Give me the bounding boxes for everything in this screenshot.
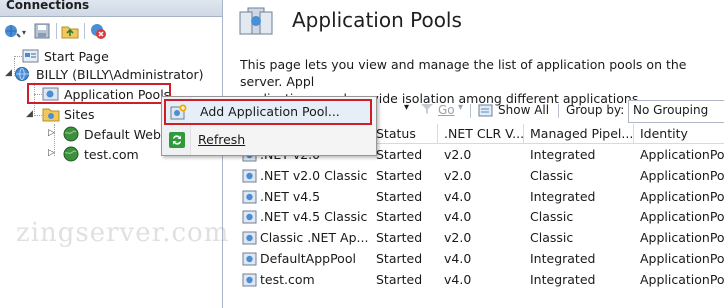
table-cell-name: .NET v4.5 xyxy=(260,188,321,204)
connections-toolbar: ▾ xyxy=(0,18,222,44)
app-pool-icon xyxy=(242,189,258,209)
filter-dropdown-icon[interactable]: ▾ xyxy=(404,102,409,113)
table-cell-pipeline: Integrated xyxy=(530,188,596,204)
column-header-identity[interactable]: Identity xyxy=(634,124,724,144)
show-all-icon xyxy=(478,102,494,121)
table-row[interactable]: DefaultAppPool Started v4.0 Integrated Appli… xyxy=(238,249,724,269)
sites-folder-icon xyxy=(42,108,60,122)
save-icon[interactable] xyxy=(32,21,52,41)
table-cell-pipeline: Integrated xyxy=(530,147,596,162)
table-cell-pipeline: Integrated xyxy=(530,271,596,287)
table-cell-clr: v4.0 xyxy=(444,209,472,225)
server-icon xyxy=(15,67,29,81)
watermark: zingserver.com xyxy=(16,218,230,248)
table-cell-clr: v2.0 xyxy=(444,147,472,162)
go-dropdown-icon[interactable]: ▾ xyxy=(458,102,463,113)
table-row[interactable]: test.com Started v4.0 Integrated Application… xyxy=(238,270,724,290)
connections-title: Connections xyxy=(6,0,90,12)
table-cell-identity: ApplicationPo xyxy=(640,167,724,183)
context-menu: Add Application Pool... Refresh xyxy=(161,96,377,156)
table-cell-status: Started xyxy=(376,271,423,287)
tree-item-label: Sites xyxy=(64,106,95,122)
menu-item-label: Add Application Pool... xyxy=(200,104,340,119)
table-cell-name: DefaultAppPool xyxy=(260,251,356,266)
folder-up-icon[interactable] xyxy=(60,21,80,41)
table-cell-identity: ApplicationPo xyxy=(640,271,724,287)
table-cell-pipeline: Classic xyxy=(530,167,574,183)
table-cell-status: Started xyxy=(376,230,423,246)
app-pool-icon xyxy=(242,272,258,292)
start-page-icon xyxy=(22,49,39,63)
app-pool-icon xyxy=(242,230,258,250)
table-row[interactable]: .NET v2.0 Classic Started v2.0 Classic Appli… xyxy=(238,166,724,186)
table-row[interactable]: .NET v4.5 Started v4.0 Integrated Applicatio… xyxy=(238,187,724,207)
table-cell-name: Classic .NET Ap... xyxy=(260,230,369,246)
table-cell-clr: v4.0 xyxy=(444,188,472,204)
show-all-button[interactable]: Show All xyxy=(498,103,549,117)
tree-item-server[interactable]: BILLY (BILLY\Administrator) xyxy=(14,64,203,84)
column-header-status[interactable]: Status xyxy=(370,124,438,144)
table-cell-identity: ApplicationPo xyxy=(640,188,724,204)
globe-icon xyxy=(63,126,79,142)
group-by-select[interactable]: No Grouping xyxy=(628,100,724,123)
go-button[interactable]: Go xyxy=(438,103,455,117)
page-title: Application Pools xyxy=(292,8,462,32)
tree-item-site[interactable]: test.com xyxy=(62,144,139,164)
filter-bar: ▾ Go ▾ Show All Group by: No Grouping xyxy=(374,100,724,123)
add-pool-icon xyxy=(169,104,187,120)
column-header-pipeline[interactable]: Managed Pipel... xyxy=(524,124,634,144)
table-cell-clr: v4.0 xyxy=(444,271,472,287)
table-cell-pipeline: Classic xyxy=(530,209,574,225)
menu-item-refresh[interactable]: Refresh xyxy=(164,128,372,152)
application-pools-header-icon xyxy=(238,6,274,40)
table-cell-clr: v2.0 xyxy=(444,167,472,183)
table-cell-pipeline: Integrated xyxy=(530,251,596,266)
app-pool-icon xyxy=(242,251,258,271)
table-cell-name: .NET v2.0 Classic xyxy=(260,167,368,183)
group-by-value: No Grouping xyxy=(633,103,709,117)
connect-dropdown-icon[interactable]: ▾ xyxy=(22,28,26,37)
filter-icon xyxy=(420,102,434,119)
tree-item-label: Default Web xyxy=(84,126,161,142)
application-pools-highlight xyxy=(27,83,171,104)
table-cell-status: Started xyxy=(376,251,423,266)
tree-item-sites[interactable]: Sites xyxy=(42,104,95,124)
tree-item-start-page[interactable]: Start Page xyxy=(22,46,109,66)
table-cell-identity: ApplicationPo xyxy=(640,209,724,225)
table-cell-pipeline: Classic xyxy=(530,230,574,246)
tree-item-label: BILLY (BILLY\Administrator) xyxy=(36,66,204,82)
table-row[interactable]: Classic .NET Ap... Started v2.0 Classic Appl… xyxy=(238,228,724,248)
table-cell-status: Started xyxy=(376,167,423,183)
table-cell-identity: ApplicationPo xyxy=(640,251,724,266)
tree-item-site[interactable]: Default Web xyxy=(62,124,161,144)
table-cell-status: Started xyxy=(376,147,423,162)
table-cell-clr: v2.0 xyxy=(444,230,472,246)
menu-item-add-application-pool[interactable]: Add Application Pool... xyxy=(164,99,372,125)
tree-item-label: test.com xyxy=(84,146,139,162)
globe-icon xyxy=(63,146,79,162)
expand-icon[interactable]: ▷ xyxy=(48,148,55,158)
refresh-icon xyxy=(169,132,185,148)
table-cell-name: test.com xyxy=(260,271,315,287)
table-cell-identity: ApplicationPo xyxy=(640,147,724,162)
table-cell-status: Started xyxy=(376,209,423,225)
table-cell-clr: v4.0 xyxy=(444,251,472,266)
group-by-label: Group by: xyxy=(566,103,625,117)
connect-icon[interactable] xyxy=(2,21,22,41)
menu-item-label: Refresh xyxy=(198,132,246,147)
app-pool-icon xyxy=(242,209,258,229)
collapse-icon[interactable]: ◢ xyxy=(5,68,12,78)
app-pool-icon xyxy=(242,168,258,188)
table-row[interactable]: .NET v4.5 Classic Started v4.0 Classic Appli… xyxy=(238,207,724,227)
connections-header: Connections xyxy=(0,0,222,17)
tree-item-label: Start Page xyxy=(44,48,109,64)
disconnect-icon[interactable] xyxy=(88,21,108,41)
table-cell-status: Started xyxy=(376,188,423,204)
collapse-icon[interactable]: ◢ xyxy=(26,109,33,119)
table-cell-identity: ApplicationPo xyxy=(640,230,724,246)
expand-icon[interactable]: ▷ xyxy=(48,128,55,138)
table-cell-name: .NET v4.5 Classic xyxy=(260,209,368,225)
column-header-clr[interactable]: .NET CLR V... xyxy=(438,124,524,144)
